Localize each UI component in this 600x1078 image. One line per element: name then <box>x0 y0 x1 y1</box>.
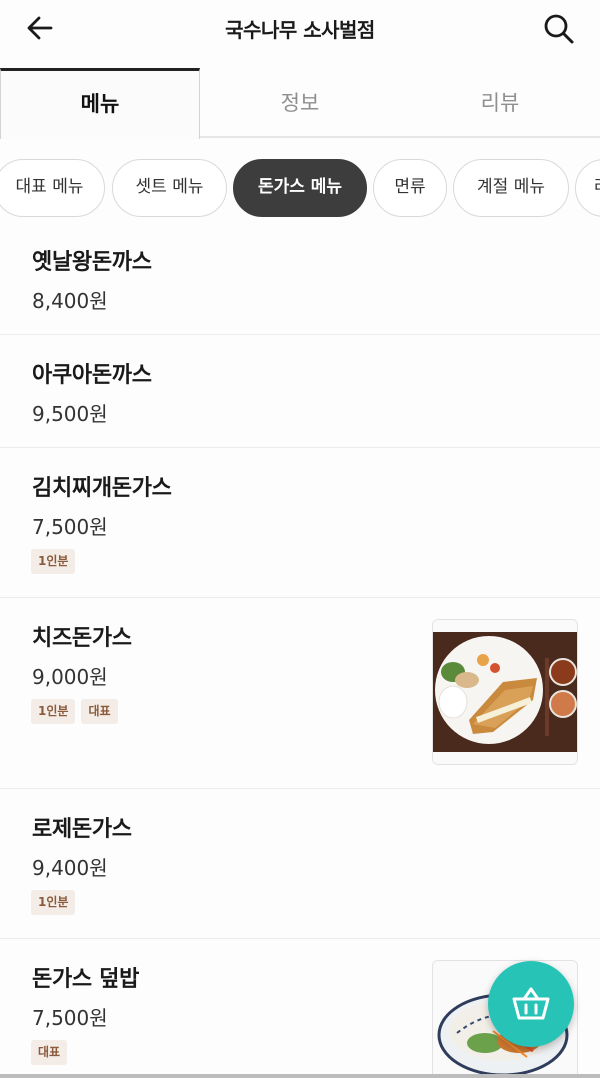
app-bar: 국수나무 소사벌점 <box>0 0 600 56</box>
tab-info[interactable]: 정보 <box>200 68 400 138</box>
badge-group: 1인분 대표 <box>31 699 118 724</box>
menu-item-photo[interactable] <box>432 619 578 765</box>
menu-item-price: 7,500원 <box>32 1006 108 1030</box>
serving-badge: 1인분 <box>31 890 76 915</box>
badge-group: 1인분 <box>31 890 76 915</box>
tab-menu[interactable]: 메뉴 <box>0 68 200 139</box>
menu-item[interactable]: 아쿠아돈까스 9,500원 <box>0 335 600 448</box>
menu-item-price: 9,000원 <box>32 665 108 689</box>
menu-item-name: 치즈돈가스 <box>32 626 132 651</box>
menu-item-name: 로제돈가스 <box>32 817 132 842</box>
menu-item-price: 9,500원 <box>32 402 108 426</box>
chip-signature-menu[interactable]: 대표 메뉴 <box>0 159 105 217</box>
menu-item-name: 김치찌개돈가스 <box>32 476 172 501</box>
tab-reviews[interactable]: 리뷰 <box>400 68 600 138</box>
menu-item-price: 9,400원 <box>32 856 108 880</box>
serving-badge: 1인분 <box>31 549 76 574</box>
menu-item-name: 옛날왕돈까스 <box>32 250 152 275</box>
chip-more[interactable]: 라 <box>575 159 600 217</box>
chip-cutlet-menu[interactable]: 돈가스 메뉴 <box>233 159 367 217</box>
chip-set-menu[interactable]: 셋트 메뉴 <box>112 159 227 217</box>
badge-group: 1인분 <box>31 549 76 574</box>
basket-icon <box>512 987 550 1020</box>
badge-group: 대표 <box>31 1040 68 1065</box>
menu-item[interactable]: 치즈돈가스 9,000원 1인분 대표 <box>0 598 600 789</box>
chip-seasonal-menu[interactable]: 계절 메뉴 <box>453 159 569 217</box>
category-chips: 대표 메뉴 셋트 메뉴 돈가스 메뉴 면류 계절 메뉴 라 <box>0 159 600 219</box>
menu-item[interactable]: 로제돈가스 9,400원 1인분 <box>0 789 600 939</box>
cart-button[interactable] <box>488 961 574 1047</box>
serving-badge: 1인분 <box>31 699 76 724</box>
page-title: 국수나무 소사벌점 <box>225 18 375 42</box>
chip-noodles[interactable]: 면류 <box>373 159 447 217</box>
search-icon[interactable] <box>542 12 576 46</box>
cutlet-plate-image <box>433 620 577 764</box>
home-indicator-bar <box>0 1074 600 1078</box>
signature-badge: 대표 <box>31 1040 68 1065</box>
tab-bar: 메뉴 정보 리뷰 <box>0 68 600 139</box>
menu-item-price: 7,500원 <box>32 515 108 539</box>
signature-badge: 대표 <box>81 699 118 724</box>
menu-item-name: 돈가스 덮밥 <box>32 967 140 992</box>
menu-item[interactable]: 김치찌개돈가스 7,500원 1인분 <box>0 448 600 598</box>
menu-item[interactable]: 옛날왕돈까스 8,400원 <box>0 224 600 335</box>
menu-item-name: 아쿠아돈까스 <box>32 363 152 388</box>
menu-item-price: 8,400원 <box>32 289 108 313</box>
